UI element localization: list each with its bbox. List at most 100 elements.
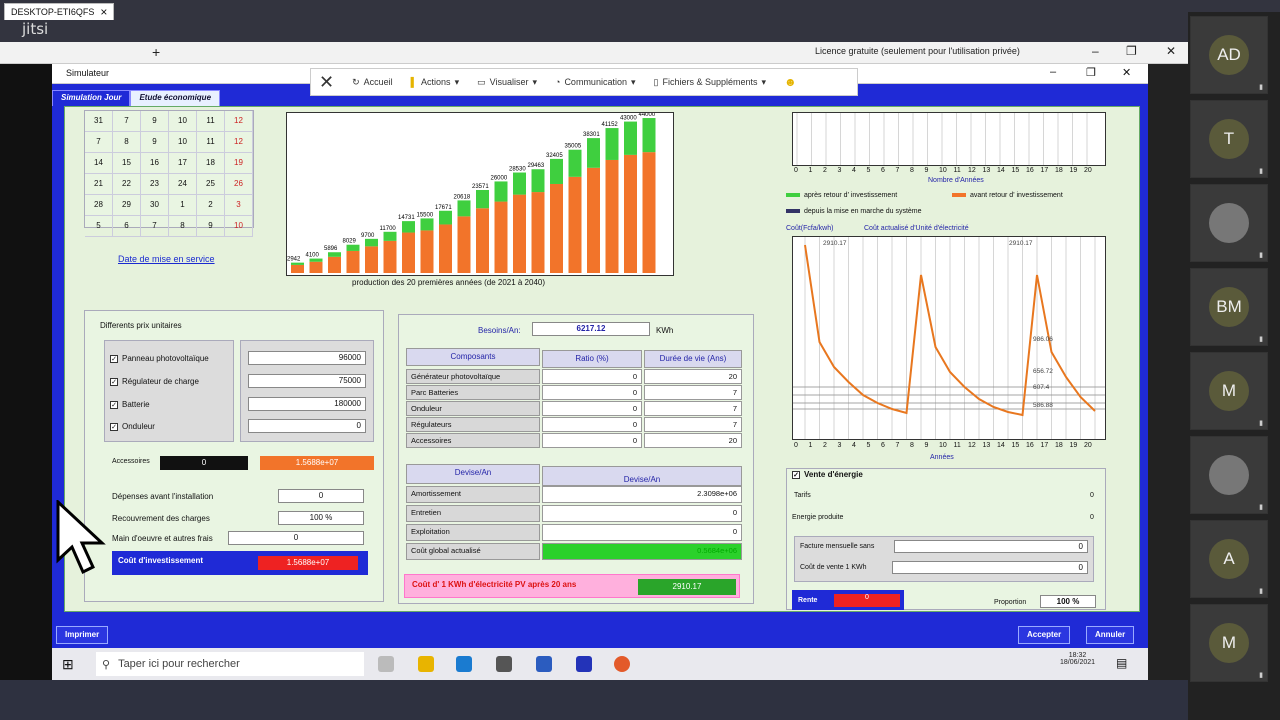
calendar-day[interactable]: 22	[113, 174, 141, 195]
calendar-day[interactable]: 24	[169, 174, 197, 195]
calendar-day[interactable]: 7	[113, 111, 141, 132]
toolbar-communication[interactable]: ◔ Communication ▾	[555, 77, 636, 88]
simulator-app-icon[interactable]	[576, 656, 592, 672]
duree-input[interactable]: 7	[644, 385, 742, 400]
toolbar-accueil[interactable]: ↻ Accueil	[352, 77, 393, 88]
participant-tile[interactable]: AD ▮	[1190, 16, 1268, 94]
calendar-day[interactable]: 11	[197, 111, 225, 132]
ratio-input[interactable]: 0	[542, 401, 642, 416]
ratio-input[interactable]: 0	[542, 417, 642, 432]
calendar-day[interactable]: 16	[141, 153, 169, 174]
calendar-day[interactable]: 10	[169, 132, 197, 153]
toolbar-fichiers[interactable]: ▯ Fichiers & Suppléments ▾	[654, 77, 767, 88]
calendar-day[interactable]: 12	[225, 132, 253, 153]
main-oeuvre-input[interactable]: 0	[228, 531, 364, 545]
participant-tile[interactable]: M ▮	[1190, 604, 1268, 682]
devise-value[interactable]: 2.3098e+06	[542, 486, 742, 503]
calendar-day[interactable]: 10	[225, 216, 253, 237]
close-window-icon[interactable]: ✕	[1166, 44, 1176, 58]
toolbar-visualiser[interactable]: ▭ Visualiser ▾	[477, 77, 537, 88]
chk-regulateur[interactable]: ✓ Régulateur de charge	[110, 377, 199, 386]
chk-onduleur[interactable]: ✓ Onduleur	[110, 422, 155, 431]
date-mise-en-service-link[interactable]: Date de mise en service	[118, 254, 215, 264]
calendar-day[interactable]: 2	[197, 195, 225, 216]
ratio-input[interactable]: 0	[542, 385, 642, 400]
calendar-day[interactable]: 26	[225, 174, 253, 195]
app-close-icon[interactable]: ✕	[1122, 66, 1131, 79]
tab-simulation-jour[interactable]: Simulation Jour	[52, 90, 131, 106]
app-maximize-icon[interactable]: ❐	[1086, 66, 1096, 79]
devise-value[interactable]: 0	[542, 524, 742, 541]
devise-value[interactable]: 0	[542, 505, 742, 522]
calendar-day[interactable]: 18	[197, 153, 225, 174]
proportion-input[interactable]: 100 %	[1040, 595, 1096, 608]
smiley-icon[interactable]: ☻	[784, 75, 797, 89]
duree-input[interactable]: 20	[644, 433, 742, 448]
file-explorer-icon[interactable]	[418, 656, 434, 672]
depenses-input[interactable]: 0	[278, 489, 364, 503]
recouvrement-input[interactable]: 100 %	[278, 511, 364, 525]
calendar-day[interactable]: 1	[169, 195, 197, 216]
remote-session-tab[interactable]: DESKTOP-ETI6QFS ×	[4, 3, 115, 20]
calendar-day[interactable]: 9	[197, 216, 225, 237]
calendar-day[interactable]: 14	[85, 153, 113, 174]
calendar-day[interactable]: 29	[113, 195, 141, 216]
duree-input[interactable]: 7	[644, 401, 742, 416]
windows-start-icon[interactable]: ⊞	[62, 656, 74, 673]
besoins-input[interactable]: 6217.12	[532, 322, 650, 336]
cout-vente-input[interactable]: 0	[892, 561, 1088, 574]
prix-onduleur-input[interactable]: 0	[248, 419, 366, 433]
close-toolbar-icon[interactable]: ✕	[319, 72, 334, 93]
taskbar-search[interactable]: ⚲ Taper ici pour rechercher	[96, 652, 364, 676]
accepter-button[interactable]: Accepter	[1018, 626, 1071, 644]
participant-tile[interactable]: ▮	[1190, 436, 1268, 514]
calendar-day[interactable]: 10	[169, 111, 197, 132]
calendar-day[interactable]: 28	[85, 195, 113, 216]
calendar-day[interactable]: 11	[197, 132, 225, 153]
calendar-day[interactable]: 7	[85, 132, 113, 153]
calendar-day[interactable]: 25	[197, 174, 225, 195]
prix-regulateur-input[interactable]: 75000	[248, 374, 366, 388]
chk-batterie[interactable]: ✓ Batterie	[110, 400, 150, 409]
calendar-day[interactable]: 6	[113, 216, 141, 237]
calendar-day[interactable]: 12	[225, 111, 253, 132]
close-tab-icon[interactable]: ×	[100, 6, 107, 18]
calendar-day[interactable]: 9	[141, 132, 169, 153]
chk-panneau[interactable]: ✓ Panneau photovoltaïque	[110, 354, 209, 363]
calendar-day[interactable]: 15	[113, 153, 141, 174]
chk-vente[interactable]: ✓ Vente d'énergie	[792, 470, 863, 479]
toolbar-actions[interactable]: ▌ Actions ▾	[411, 77, 459, 88]
settings-icon[interactable]	[496, 656, 512, 672]
remote-app-icon[interactable]	[456, 656, 472, 672]
participant-tile[interactable]: M ▮	[1190, 352, 1268, 430]
calendar-day[interactable]: 5	[85, 216, 113, 237]
accessoires-value[interactable]: 0	[160, 456, 248, 470]
task-view-icon[interactable]	[378, 656, 394, 672]
calendar-day[interactable]: 8	[169, 216, 197, 237]
minimize-icon[interactable]: –	[1092, 44, 1099, 58]
calendar-day[interactable]: 3	[225, 195, 253, 216]
annuler-button[interactable]: Annuler	[1086, 626, 1135, 644]
calendar-day[interactable]: 9	[141, 111, 169, 132]
app-minimize-icon[interactable]: –	[1050, 66, 1056, 78]
prix-batterie-input[interactable]: 180000	[248, 397, 366, 411]
duree-input[interactable]: 7	[644, 417, 742, 432]
ratio-input[interactable]: 0	[542, 369, 642, 384]
participant-tile[interactable]: BM ▮	[1190, 268, 1268, 346]
tab-etude-economique[interactable]: Etude économique	[130, 90, 221, 106]
calendar-day[interactable]: 21	[85, 174, 113, 195]
calendar-day[interactable]: 30	[141, 195, 169, 216]
duree-input[interactable]: 20	[644, 369, 742, 384]
new-tab-icon[interactable]: +	[152, 44, 160, 60]
calendar-day[interactable]: 31	[85, 111, 113, 132]
calendar-day[interactable]: 7	[141, 216, 169, 237]
calendar-day[interactable]: 8	[113, 132, 141, 153]
calendar-day[interactable]: 23	[141, 174, 169, 195]
participant-tile[interactable]: ▮	[1190, 184, 1268, 262]
facture-input[interactable]: 0	[894, 540, 1088, 553]
calendar-day[interactable]: 17	[169, 153, 197, 174]
imprimer-button[interactable]: Imprimer	[56, 626, 109, 644]
participant-tile[interactable]: T ▮	[1190, 100, 1268, 178]
calendar-day[interactable]: 19	[225, 153, 253, 174]
word-icon[interactable]	[536, 656, 552, 672]
